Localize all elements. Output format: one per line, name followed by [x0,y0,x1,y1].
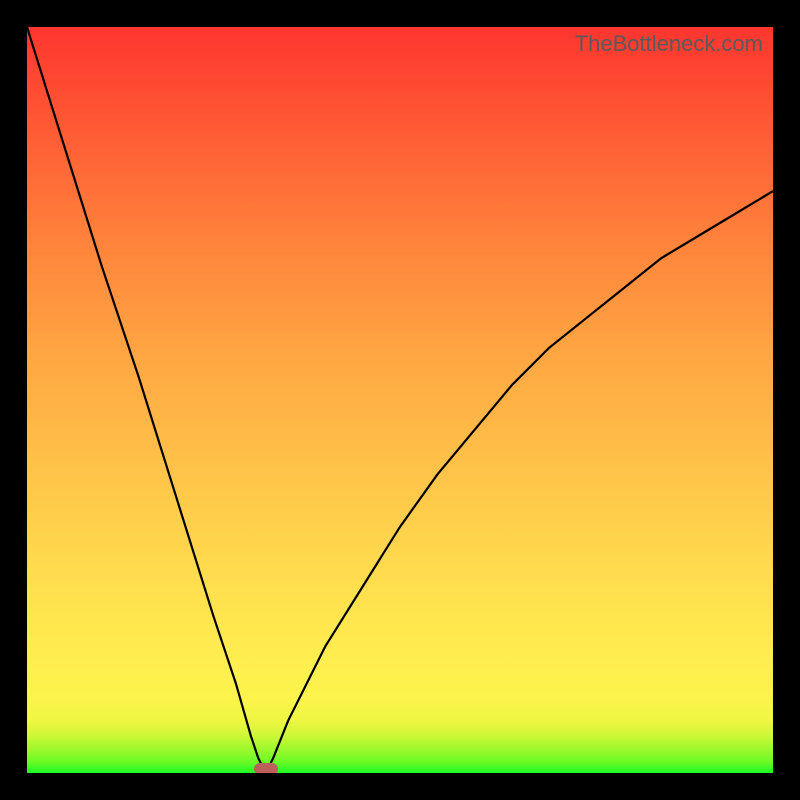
curve-svg [27,27,773,773]
chart-frame: TheBottleneck.com [0,0,800,800]
plot-area: TheBottleneck.com [27,27,773,773]
watermark-text: TheBottleneck.com [575,31,763,57]
bottleneck-curve [27,27,773,773]
minimum-marker [254,763,278,773]
